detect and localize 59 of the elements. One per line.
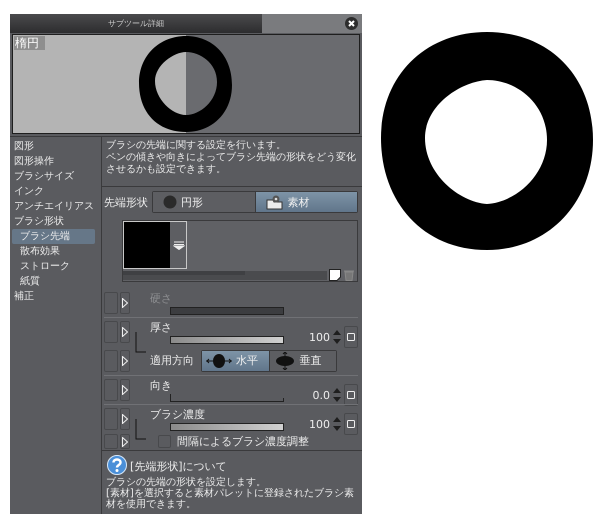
material-thumbnail[interactable]	[123, 221, 187, 269]
menu-caret-icon	[173, 240, 185, 250]
square-icon	[347, 391, 355, 399]
expand-button[interactable]	[120, 434, 130, 449]
close-button[interactable]	[345, 17, 358, 30]
setting-label: ブラシ濃度	[150, 407, 206, 422]
category-item[interactable]: ストローク	[12, 259, 95, 274]
square-icon	[347, 333, 355, 341]
expand-button[interactable]	[120, 379, 130, 401]
preview-label: 楕円	[14, 36, 45, 50]
help-title: [先端形状]について	[130, 458, 227, 474]
pressure-button[interactable]	[344, 326, 358, 348]
setting-label: 適用方向	[150, 353, 194, 368]
help-text: [素材]を選択すると素材パレットに登録されたブラシ素材を使用できます。	[106, 488, 355, 510]
expand-button[interactable]	[120, 350, 130, 372]
pressure-button[interactable]	[344, 384, 358, 406]
category-item[interactable]: 図形	[12, 139, 95, 154]
play-outline-icon	[122, 298, 128, 308]
category-item[interactable]: 図形操作	[12, 154, 95, 169]
square-icon	[347, 420, 355, 428]
horizontal-ellipse-icon	[206, 352, 232, 368]
setting-value: 100	[309, 330, 330, 344]
new-page-icon[interactable]	[329, 269, 341, 281]
play-outline-icon	[122, 414, 128, 424]
category-item[interactable]: ブラシ先端	[12, 229, 95, 244]
tip-shape-label: 先端形状	[104, 194, 148, 210]
category-item[interactable]: インク	[12, 184, 95, 199]
window-title: サブツール詳細	[108, 18, 164, 29]
close-icon	[348, 20, 355, 27]
play-outline-icon	[122, 356, 128, 366]
lock-toggle[interactable]	[104, 434, 118, 449]
help-text: ブラシの先端の形状を設定します。	[106, 477, 267, 488]
circle-icon	[163, 195, 177, 209]
expand-button[interactable]	[120, 321, 130, 343]
category-item[interactable]: 散布効果	[12, 244, 95, 259]
checkbox-label: 間隔によるブラシ濃度調整	[177, 434, 309, 449]
play-outline-icon	[122, 385, 128, 395]
category-item[interactable]: アンチエイリアス	[12, 199, 95, 214]
vertical-ellipse-icon	[274, 352, 296, 370]
play-outline-icon	[122, 327, 128, 337]
setting-value: 0.0	[312, 388, 330, 402]
help-question-icon	[106, 455, 128, 477]
setting-value: 100	[309, 418, 330, 430]
category-item[interactable]: ブラシサイズ	[12, 169, 95, 184]
tip-shape-tab[interactable]: 素材	[254, 192, 357, 212]
pressure-button[interactable]	[344, 413, 358, 435]
category-item[interactable]: 紙質	[12, 274, 95, 289]
direction-tab[interactable]: 垂直	[268, 350, 336, 370]
expand-button[interactable]	[120, 292, 130, 314]
setting-label: 向き	[150, 378, 173, 393]
category-item[interactable]: 補正	[12, 289, 95, 304]
setting-label: 厚さ	[150, 320, 173, 335]
description-text: ブラシの先端に関する設定を行います。	[106, 140, 286, 152]
description-text: ペンの傾きや向きによってブラシ先端の形状をどう変化させるかも設定できます。	[106, 152, 357, 176]
direction-tab[interactable]: 水平	[202, 350, 268, 370]
category-item[interactable]: ブラシ形状	[12, 214, 95, 229]
folder-gear-icon	[266, 194, 284, 210]
play-outline-icon	[122, 436, 128, 446]
expand-button[interactable]	[120, 408, 130, 430]
